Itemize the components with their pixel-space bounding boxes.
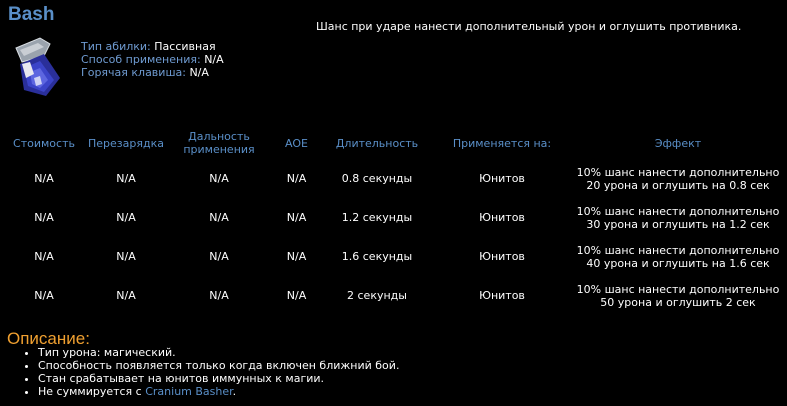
cell-cooldown: N/A xyxy=(116,172,136,185)
ability-page: Bash Тип абилки: Пассивная Способ примен… xyxy=(0,0,787,406)
table-row: N/A N/A N/A N/A 2 секунды Юнитов 10% шан… xyxy=(0,276,787,315)
header-duration: Длительность xyxy=(335,136,419,150)
cell-range: N/A xyxy=(209,250,229,263)
header-applies-to: Применяется на: xyxy=(452,136,552,150)
table-header-row: Стоимость Перезарядка Дальность применени… xyxy=(0,127,787,159)
cell-range: N/A xyxy=(209,289,229,302)
ability-summary: Шанс при ударе нанести дополнительный ур… xyxy=(316,20,742,33)
header-cost: Стоимость xyxy=(13,136,75,150)
ability-meta: Тип абилки: Пассивная Способ применения:… xyxy=(81,40,224,79)
cell-effect: 10% шанс нанести дополнительно 30 урона и… xyxy=(576,204,780,231)
cell-cooldown: N/A xyxy=(116,250,136,263)
table-row: N/A N/A N/A N/A 1.2 секунды Юнитов 10% ш… xyxy=(0,198,787,237)
description-list: Тип урона: магический. Способность появл… xyxy=(24,346,399,398)
list-item: Не суммируется с Cranium Basher. xyxy=(38,385,399,398)
cell-applies-to: Юнитов xyxy=(479,289,525,302)
cell-effect: 10% шанс нанести дополнительно 40 урона и… xyxy=(576,243,780,270)
cell-cost: N/A xyxy=(34,250,54,263)
table-row: N/A N/A N/A N/A 1.6 секунды Юнитов 10% ш… xyxy=(0,237,787,276)
list-item: Способность появляется только когда вклю… xyxy=(38,359,399,372)
cell-range: N/A xyxy=(209,211,229,224)
cell-effect: 10% шанс нанести дополнительно 50 урона и… xyxy=(576,282,780,309)
cell-aoe: N/A xyxy=(286,211,307,224)
cell-duration: 1.6 секунды xyxy=(341,250,413,263)
cranium-basher-link[interactable]: Cranium Basher xyxy=(145,385,232,398)
cell-applies-to: Юнитов xyxy=(479,211,525,224)
cell-duration: 1.2 секунды xyxy=(341,211,413,224)
meta-type: Тип абилки: Пассивная xyxy=(81,40,216,53)
ability-stats-table: Стоимость Перезарядка Дальность применени… xyxy=(0,127,787,315)
header-aoe: AOE xyxy=(285,136,308,150)
cell-aoe: N/A xyxy=(286,250,307,263)
cell-cost: N/A xyxy=(34,211,54,224)
list-item: Тип урона: магический. xyxy=(38,346,399,359)
cell-aoe: N/A xyxy=(286,289,307,302)
header-cooldown: Перезарядка xyxy=(88,136,164,150)
header-effect: Эффект xyxy=(654,136,702,150)
cell-duration: 0.8 секунды xyxy=(341,172,413,185)
list-item: Стан срабатывает на юнитов иммунных к ма… xyxy=(38,372,399,385)
cell-cost: N/A xyxy=(34,289,54,302)
ability-title: Bash xyxy=(8,4,55,25)
meta-hotkey: Горячая клавиша: N/A xyxy=(81,66,209,79)
bash-ability-icon xyxy=(10,34,66,100)
cell-cost: N/A xyxy=(34,172,54,185)
cell-aoe: N/A xyxy=(286,172,307,185)
cell-cooldown: N/A xyxy=(116,211,136,224)
cell-applies-to: Юнитов xyxy=(479,172,525,185)
meta-usage: Способ применения: N/A xyxy=(81,53,224,66)
cell-duration: 2 секунды xyxy=(347,289,407,302)
cell-effect: 10% шанс нанести дополнительно 20 урона и… xyxy=(576,165,780,192)
header-range: Дальность применения xyxy=(183,130,255,156)
cell-cooldown: N/A xyxy=(116,289,136,302)
table-row: N/A N/A N/A N/A 0.8 секунды Юнитов 10% ш… xyxy=(0,159,787,198)
cell-range: N/A xyxy=(209,172,229,185)
cell-applies-to: Юнитов xyxy=(479,250,525,263)
